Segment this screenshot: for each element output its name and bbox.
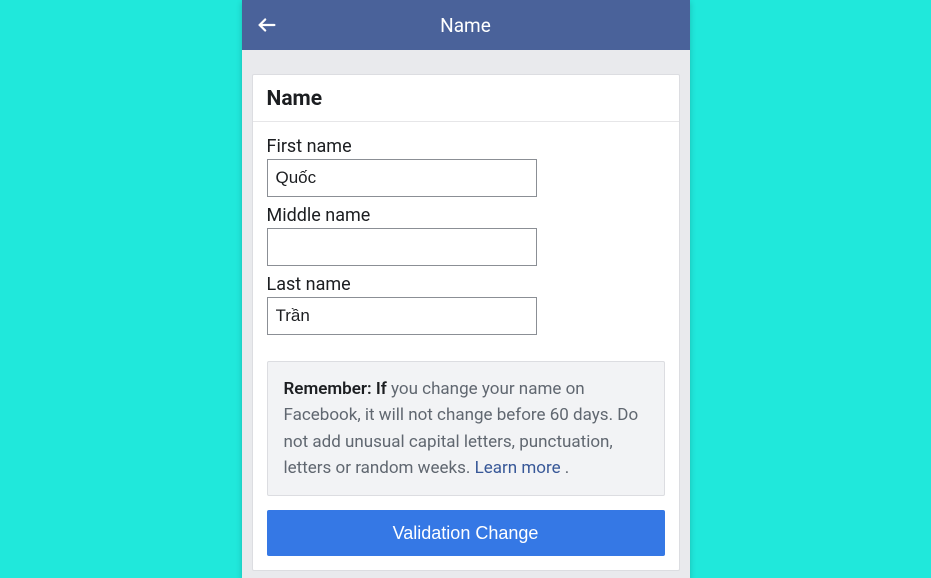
notice-box: Remember: If you change your name on Fac… [267, 361, 665, 496]
middle-name-label: Middle name [267, 205, 665, 226]
last-name-label: Last name [267, 274, 665, 295]
learn-more-link[interactable]: Learn more [475, 458, 561, 478]
notice-trail: . [561, 458, 570, 478]
validation-change-button[interactable]: Validation Change [267, 510, 665, 556]
appbar: Name [242, 0, 690, 50]
back-arrow-icon[interactable] [256, 14, 278, 36]
name-form: First name Middle name Last name [253, 122, 679, 349]
first-name-label: First name [267, 136, 665, 157]
name-card: Name First name Middle name Last name Re… [252, 74, 680, 571]
card-header: Name [253, 75, 679, 122]
first-name-input[interactable] [267, 159, 537, 197]
middle-name-input[interactable] [267, 228, 537, 266]
last-name-input[interactable] [267, 297, 537, 335]
app-screen: Name Name First name Middle name Last na… [242, 0, 690, 578]
appbar-title: Name [242, 14, 690, 37]
notice-lead: Remember: If [284, 379, 387, 399]
